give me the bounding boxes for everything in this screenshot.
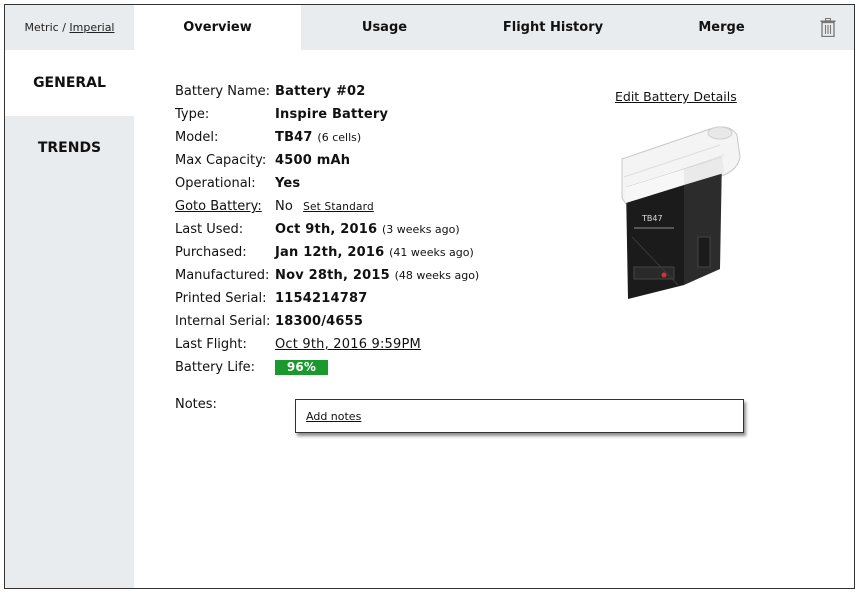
- label-battery-life: Battery Life:: [175, 360, 256, 375]
- value-internal-serial: 18300/4655: [275, 314, 364, 329]
- sidebar-item-trends[interactable]: TRENDS: [5, 116, 134, 180]
- metric-option[interactable]: Metric: [24, 21, 58, 34]
- label-last-used: Last Used:: [175, 222, 244, 237]
- tab-merge[interactable]: Merge: [638, 5, 805, 50]
- tab-overview[interactable]: Overview: [134, 5, 301, 50]
- label-internal-serial: Internal Serial:: [175, 314, 271, 329]
- set-standard-link[interactable]: Set Standard: [303, 201, 374, 213]
- label-manufactured: Manufactured:: [175, 268, 270, 283]
- tab-usage[interactable]: Usage: [301, 5, 468, 50]
- value-manufactured: Nov 28th, 2015: [275, 268, 390, 283]
- label-max-capacity: Max Capacity:: [175, 153, 267, 168]
- label-last-flight: Last Flight:: [175, 337, 247, 352]
- units-toggle: Metric / Imperial: [5, 5, 134, 50]
- trash-icon[interactable]: [820, 18, 836, 37]
- value-battery-name: Battery #02: [275, 84, 366, 99]
- label-purchased: Purchased:: [175, 245, 247, 260]
- app-frame: Metric / Imperial Overview Usage Flight …: [4, 4, 855, 589]
- value-last-used: Oct 9th, 2016: [275, 222, 378, 237]
- label-model: Model:: [175, 130, 219, 145]
- notes-box[interactable]: Add notes: [295, 399, 744, 433]
- label-type: Type:: [175, 107, 210, 122]
- last-flight-link[interactable]: Oct 9th, 2016 9:59PM: [275, 336, 421, 354]
- value-type: Inspire Battery: [275, 107, 389, 122]
- top-bar: Metric / Imperial Overview Usage Flight …: [5, 5, 854, 50]
- label-printed-serial: Printed Serial:: [175, 291, 267, 306]
- model-cells-note: (6 cells): [317, 131, 362, 144]
- value-model-group: TB47 (6 cells): [275, 129, 361, 147]
- value-operational: Yes: [275, 176, 301, 191]
- value-printed-serial: 1154214787: [275, 291, 368, 306]
- units-separator: /: [62, 21, 66, 34]
- label-operational: Operational:: [175, 176, 256, 191]
- value-max-capacity: 4500 mAh: [275, 153, 351, 168]
- manufactured-note: (48 weeks ago): [394, 269, 480, 282]
- imperial-link[interactable]: Imperial: [69, 21, 114, 34]
- value-purchased: Jan 12th, 2016: [275, 245, 385, 260]
- value-last-used-group: Oct 9th, 2016 (3 weeks ago): [275, 221, 460, 239]
- sidebar-item-general[interactable]: GENERAL: [5, 50, 134, 116]
- sidebar: GENERAL TRENDS: [5, 50, 134, 588]
- value-purchased-group: Jan 12th, 2016 (41 weeks ago): [275, 244, 474, 262]
- notes-label: Notes:: [175, 397, 217, 412]
- last-used-note: (3 weeks ago): [382, 223, 460, 236]
- battery-label-text: TB47: [641, 214, 663, 223]
- value-manufactured-group: Nov 28th, 2015 (48 weeks ago): [275, 267, 479, 285]
- battery-life-cell: 96%: [275, 359, 328, 377]
- value-goto-battery-group: No Set Standard: [275, 198, 374, 216]
- value-goto-battery: No: [275, 199, 294, 214]
- value-model: TB47: [275, 130, 313, 145]
- purchased-note: (41 weeks ago): [389, 246, 474, 259]
- battery-image: TB47: [621, 126, 741, 299]
- tab-flight-history[interactable]: Flight History: [468, 5, 638, 50]
- edit-battery-details-link[interactable]: Edit Battery Details: [615, 89, 737, 104]
- goto-battery-link[interactable]: Goto Battery:: [175, 198, 262, 216]
- label-battery-name: Battery Name:: [175, 84, 270, 99]
- battery-life-badge: 96%: [275, 360, 328, 375]
- add-notes-link[interactable]: Add notes: [306, 410, 361, 423]
